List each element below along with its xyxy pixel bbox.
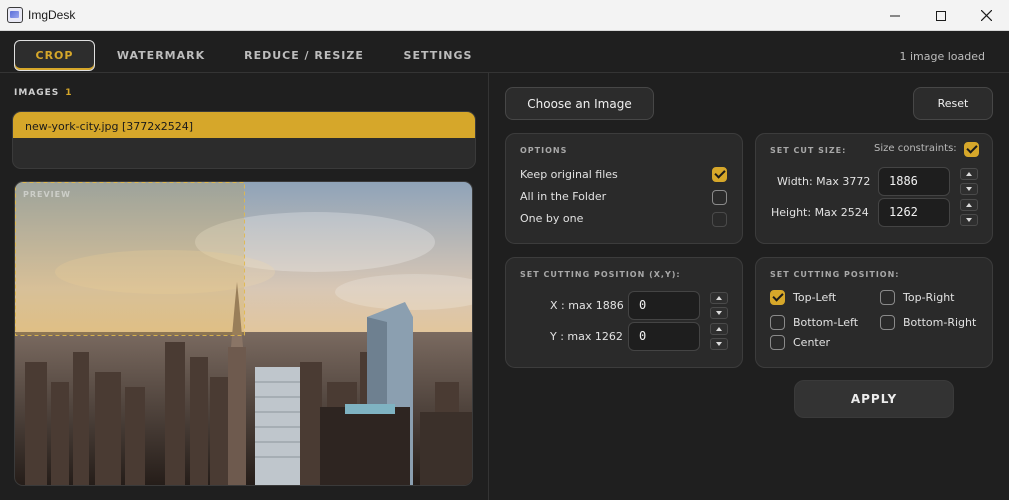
height-increment-button[interactable] (960, 199, 978, 211)
center-checkbox[interactable] (770, 335, 785, 350)
height-decrement-button[interactable] (960, 214, 978, 226)
cutting-position-title: SET CUTTING POSITION: (770, 270, 900, 279)
image-file-list: new-york-city.jpg [3772x2524] (12, 111, 476, 169)
y-label: Y : max 1262 (550, 330, 623, 343)
options-title: OPTIONS (520, 146, 568, 155)
width-decrement-button[interactable] (960, 183, 978, 195)
x-increment-button[interactable] (710, 292, 728, 304)
apply-button[interactable]: APPLY (794, 380, 954, 418)
tab-reduce-resize[interactable]: REDUCE / RESIZE (238, 40, 370, 71)
arrow-down-icon (966, 187, 972, 191)
size-constraints-label: Size constraints: (874, 143, 957, 154)
size-constraints-checkbox[interactable] (964, 142, 979, 157)
width-label: Width: Max 3772 (777, 175, 871, 188)
top-right-label: Top-Right (903, 291, 955, 304)
arrow-down-icon (716, 342, 722, 346)
keep-original-checkbox[interactable] (712, 167, 727, 182)
cutting-position-xy-panel: SET CUTTING POSITION (X,Y): X : max 1886… (505, 257, 743, 368)
top-right-checkbox[interactable] (880, 290, 895, 305)
width-input[interactable]: 1886 (878, 167, 950, 196)
top-left-checkbox[interactable] (770, 290, 785, 305)
cut-size-title: SET CUT SIZE: (770, 146, 847, 155)
preview-label: PREVIEW (23, 190, 71, 199)
arrow-down-icon (716, 311, 722, 315)
y-input[interactable]: 0 (628, 322, 700, 351)
bottom-right-label: Bottom-Right (903, 316, 977, 329)
arrow-up-icon (966, 172, 972, 176)
x-label: X : max 1886 (550, 299, 624, 312)
panel-divider (488, 72, 489, 500)
maximize-icon (936, 10, 946, 21)
close-icon (980, 10, 992, 21)
one-by-one-checkbox[interactable] (712, 212, 727, 227)
file-list-item[interactable]: new-york-city.jpg [3772x2524] (13, 112, 475, 138)
choose-image-button[interactable]: Choose an Image (505, 87, 654, 120)
images-heading: IMAGES 1 (14, 88, 73, 98)
arrow-up-icon (716, 296, 722, 300)
minimize-icon (890, 15, 900, 16)
options-panel: OPTIONS Keep original files All in the F… (505, 133, 743, 244)
window-title: ImgDesk (28, 8, 76, 22)
cutting-position-panel: SET CUTTING POSITION: Top-Left Top-Right… (755, 257, 993, 368)
tab-crop[interactable]: CROP (14, 40, 95, 71)
image-preview: PREVIEW (14, 181, 473, 486)
city-photo (15, 182, 472, 485)
reset-button[interactable]: Reset (913, 87, 993, 120)
option-keep-original-label: Keep original files (520, 168, 618, 181)
option-all-folder-label: All in the Folder (520, 190, 607, 203)
images-count: 1 (65, 88, 73, 98)
top-left-label: Top-Left (793, 291, 837, 304)
cut-size-panel: SET CUT SIZE: Size constraints: Width: M… (755, 133, 993, 244)
bottom-left-label: Bottom-Left (793, 316, 859, 329)
close-button[interactable] (963, 0, 1009, 31)
all-folder-checkbox[interactable] (712, 190, 727, 205)
title-bar: ImgDesk (0, 0, 1009, 31)
tab-watermark[interactable]: WATERMARK (110, 40, 212, 71)
minimize-button[interactable] (872, 0, 918, 31)
y-increment-button[interactable] (710, 323, 728, 335)
arrow-up-icon (716, 327, 722, 331)
width-increment-button[interactable] (960, 168, 978, 180)
bottom-right-checkbox[interactable] (880, 315, 895, 330)
images-loaded-status: 1 image loaded (899, 50, 985, 63)
x-decrement-button[interactable] (710, 307, 728, 319)
height-label: Height: Max 2524 (771, 206, 869, 219)
tab-settings[interactable]: SETTINGS (396, 40, 480, 71)
height-input[interactable]: 1262 (878, 198, 950, 227)
x-input[interactable]: 0 (628, 291, 700, 320)
maximize-button[interactable] (918, 0, 964, 31)
arrow-up-icon (966, 203, 972, 207)
tabs-divider (0, 72, 1009, 73)
bottom-left-checkbox[interactable] (770, 315, 785, 330)
cutting-position-xy-title: SET CUTTING POSITION (X,Y): (520, 270, 681, 279)
option-one-by-one-label: One by one (520, 212, 584, 225)
arrow-down-icon (966, 218, 972, 222)
center-label: Center (793, 336, 831, 349)
images-label: IMAGES (14, 88, 60, 98)
app-icon (7, 7, 23, 23)
y-decrement-button[interactable] (710, 338, 728, 350)
